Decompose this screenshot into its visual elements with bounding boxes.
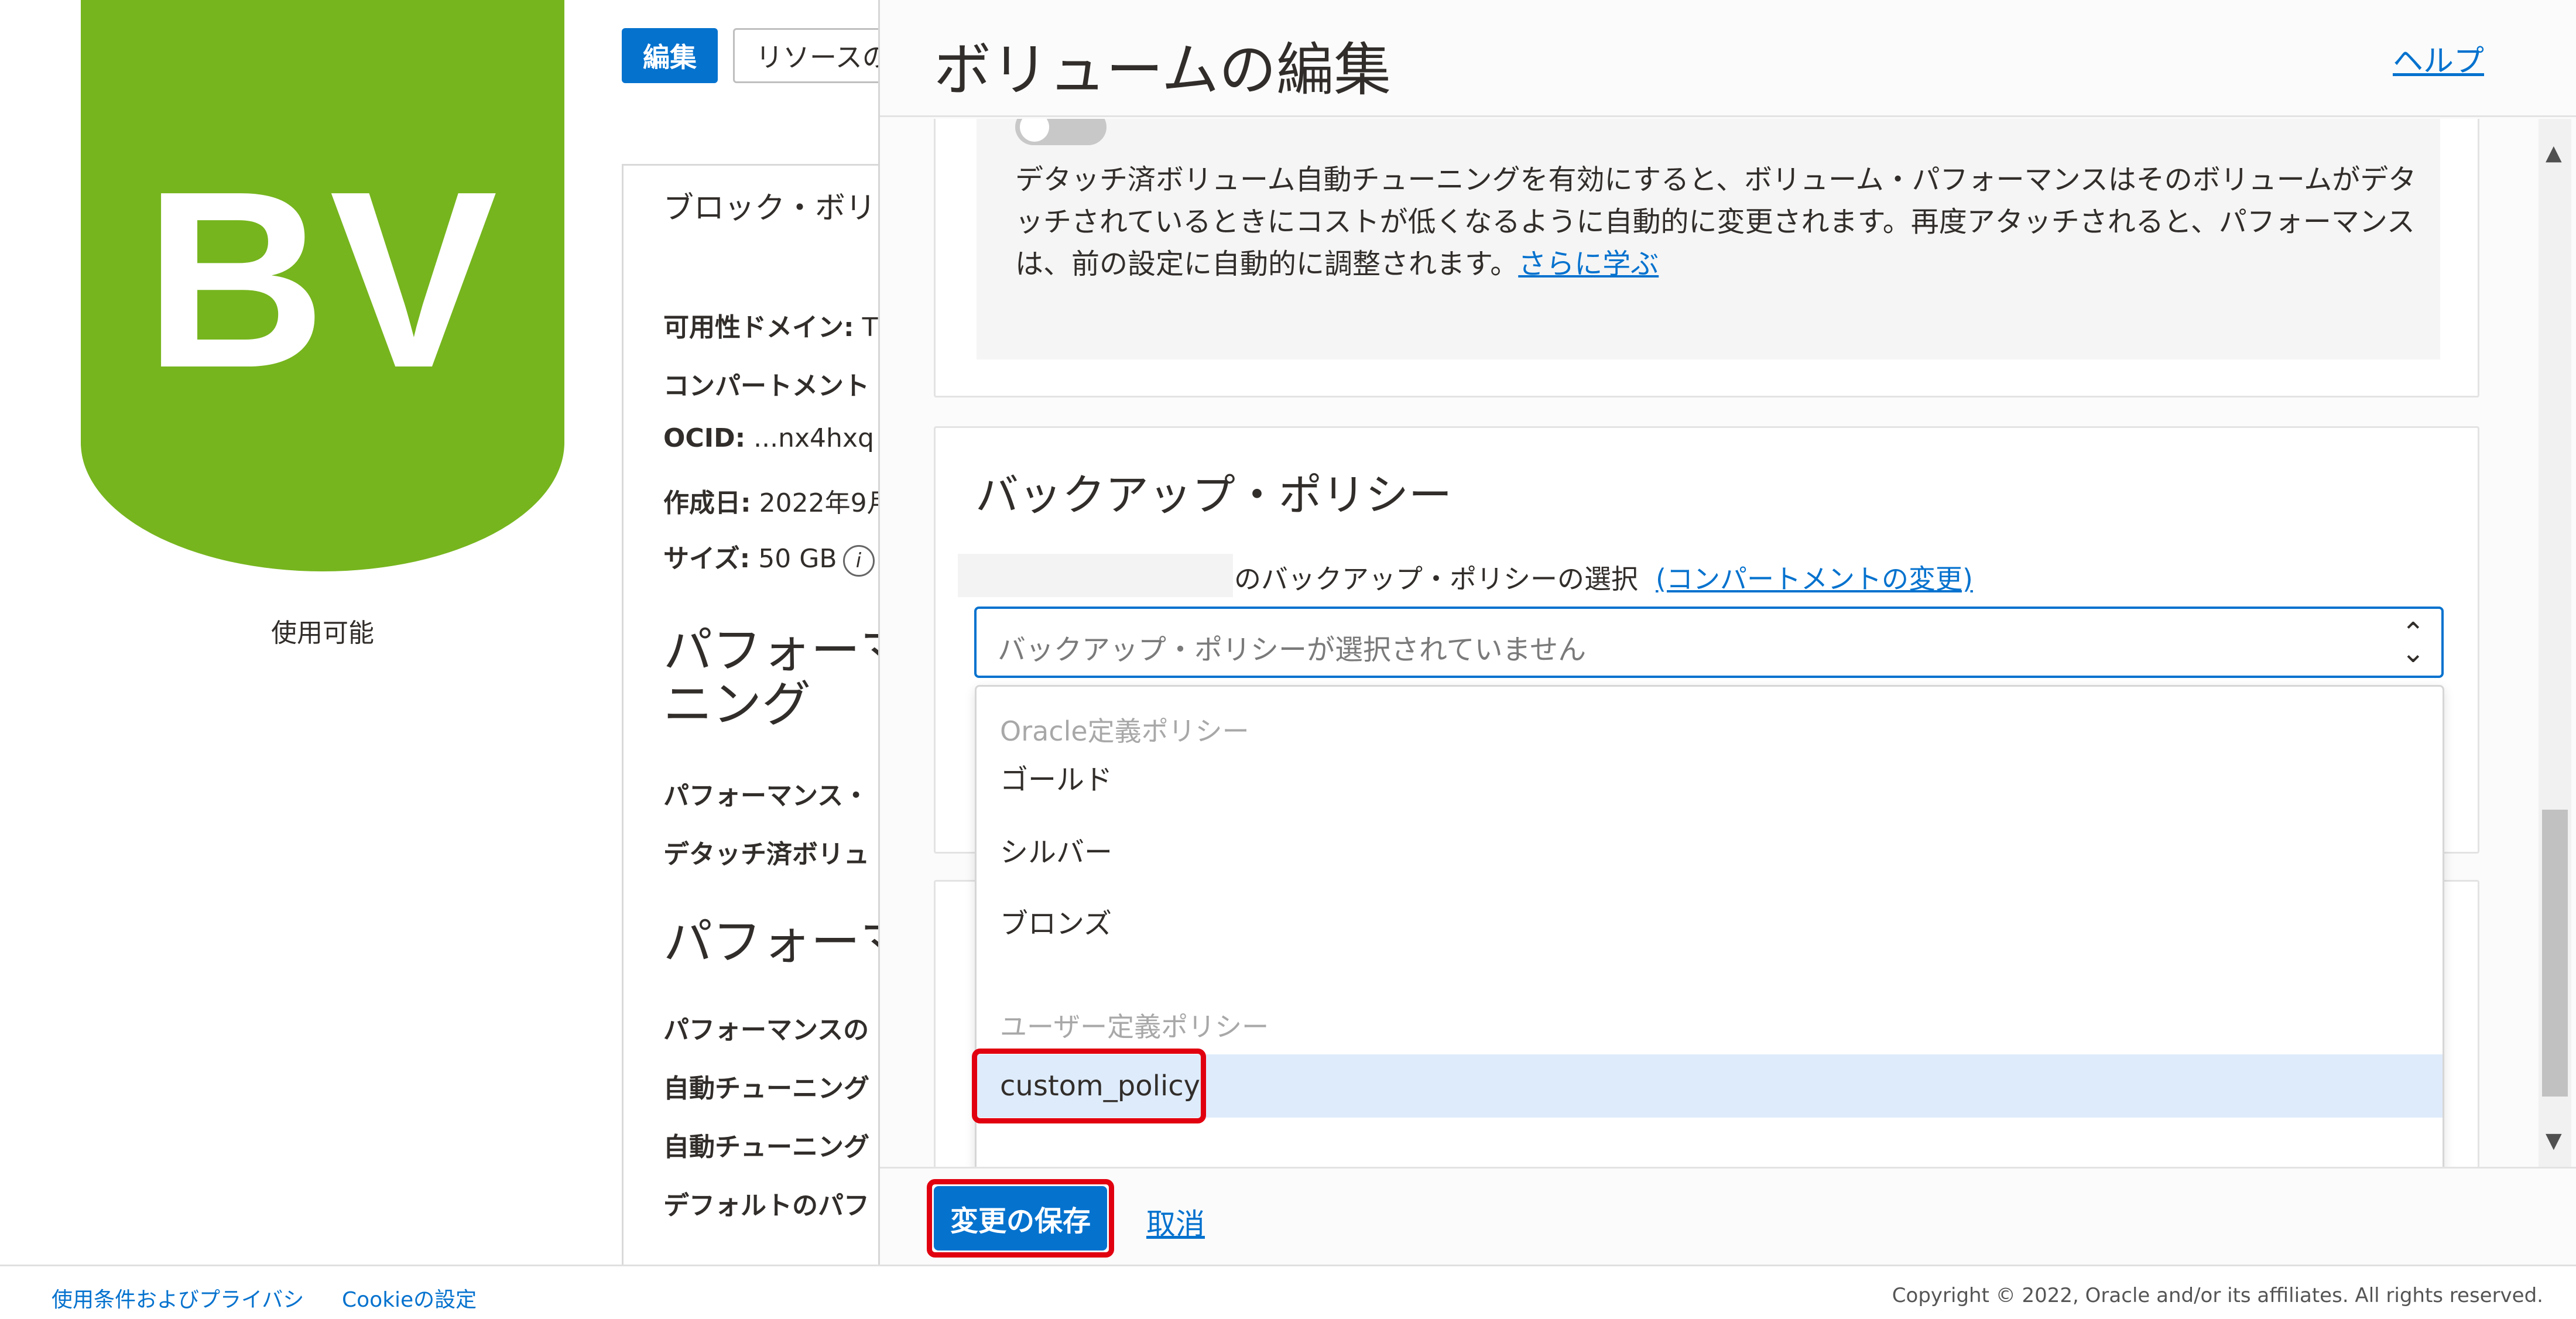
move-resource-button[interactable]: リソースの xyxy=(733,28,885,83)
info-icon[interactable]: i xyxy=(842,545,875,577)
info-row: パフォーマンスの xyxy=(663,1009,869,1046)
logo-text: BV xyxy=(144,139,501,420)
select-placeholder: バックアップ・ポリシーが選択されていません xyxy=(998,633,1587,666)
panel-body: デタッチ済ボリューム自動チューニングを有効にすると、ボリューム・パフォーマンスは… xyxy=(880,119,2576,1167)
backup-policy-title: バックアップ・ポリシー xyxy=(975,470,1452,520)
info-row: デタッチ済ボリュ xyxy=(663,833,869,871)
info-row: パフォーマンス・ xyxy=(663,775,869,812)
dropdown-group-oracle: Oracle定義ポリシー xyxy=(1000,715,1249,747)
page-footer: 使用条件およびプライバシ Cookieの設定 Copyright © 2022,… xyxy=(0,1265,2576,1319)
info-row: デフォルトのパフ xyxy=(663,1184,869,1222)
change-compartment-link[interactable]: (コンパートメントの変更) xyxy=(1656,563,1973,595)
select-updown-icon: ⌃ ⌄ xyxy=(2401,616,2425,669)
info-row: コンパートメント xyxy=(663,365,869,402)
info-label: 可用性ドメイン: xyxy=(663,313,854,342)
edit-volume-panel: ボリュームの編集 ヘルプ デタッチ済ボリューム自動チューニングを有効にすると、ボ… xyxy=(878,0,2576,1265)
info-row: 作成日: 2022年9月 xyxy=(663,482,893,519)
heading-line: ニング xyxy=(663,676,811,734)
dropdown-item-silver[interactable]: シルバー xyxy=(977,818,2443,881)
info-label: デタッチ済ボリュ xyxy=(663,840,869,869)
info-row: 自動チューニング xyxy=(663,1067,869,1105)
scroll-up-icon[interactable]: ▲ xyxy=(2546,141,2562,165)
info-row: サイズ: 50 GB i xyxy=(663,537,875,577)
custom-policy-highlight xyxy=(972,1049,1206,1123)
terms-privacy-link[interactable]: 使用条件およびプライバシ xyxy=(52,1283,304,1313)
info-label: パフォーマンス・ xyxy=(663,781,869,811)
dropdown-group-user: ユーザー定義ポリシー xyxy=(1000,1011,1269,1043)
backup-policy-dropdown: Oracle定義ポリシー ゴールド シルバー ブロンズ ユーザー定義ポリシー c… xyxy=(972,685,2444,1167)
backup-policy-select[interactable]: バックアップ・ポリシーが選択されていません ⌃ ⌄ xyxy=(974,607,2444,678)
auto-tuning-box: デタッチ済ボリューム自動チューニングを有効にすると、ボリューム・パフォーマンスは… xyxy=(977,119,2440,359)
info-row: OCID: ...nx4hxq xyxy=(663,423,874,453)
info-value: 2022年9月 xyxy=(751,488,893,518)
toggle-knob xyxy=(1020,119,1049,142)
edit-button[interactable]: 編集 xyxy=(622,28,718,83)
info-label: デフォルトのパフ xyxy=(663,1191,869,1221)
info-row: 可用性ドメイン: T xyxy=(663,306,878,344)
volume-info-card-title: ブロック・ボリ xyxy=(663,191,876,226)
info-label: 自動チューニング xyxy=(663,1074,869,1104)
select-label-text: のバックアップ・ポリシーの選択 xyxy=(1234,563,1638,595)
block-volume-logo: BV xyxy=(81,0,564,571)
auto-tuning-description: デタッチ済ボリューム自動チューニングを有効にすると、ボリューム・パフォーマンスは… xyxy=(1015,159,2420,285)
info-label: コンパートメント xyxy=(663,371,869,401)
info-value: ...nx4hxq xyxy=(745,423,874,453)
detached-auto-tuning-toggle[interactable] xyxy=(1015,119,1107,145)
info-value: T xyxy=(854,313,878,342)
save-button-highlight xyxy=(927,1179,1114,1258)
learn-more-link[interactable]: さらに学ぶ xyxy=(1518,248,1659,280)
backup-policy-label: のバックアップ・ポリシーの選択 (コンパートメントの変更) xyxy=(1234,558,1973,597)
info-value: 50 GB xyxy=(750,544,837,574)
panel-title: ボリュームの編集 xyxy=(934,37,1392,104)
info-label: 作成日: xyxy=(663,488,751,518)
performance-tuning-heading: パフォーマ ニング xyxy=(663,623,909,732)
info-label: 自動チューニング xyxy=(663,1132,869,1162)
dropdown-item-bronze[interactable]: ブロンズ xyxy=(977,889,2443,953)
panel-footer: 変更の保存 取消 xyxy=(880,1167,2576,1265)
heading-line: パフォーマ xyxy=(663,622,910,679)
volume-status: 使用可能 xyxy=(271,618,374,648)
help-link[interactable]: ヘルプ xyxy=(2393,36,2484,80)
info-row: 自動チューニング xyxy=(663,1126,869,1163)
info-label: パフォーマンスの xyxy=(663,1015,869,1045)
auto-tuning-text: デタッチ済ボリューム自動チューニングを有効にすると、ボリューム・パフォーマンスは… xyxy=(1015,163,2417,280)
cookie-settings-link[interactable]: Cookieの設定 xyxy=(342,1283,477,1313)
info-label: OCID: xyxy=(663,423,746,453)
panel-scrollbar[interactable]: ▲ ▼ xyxy=(2539,119,2571,1167)
scroll-thumb[interactable] xyxy=(2542,810,2568,1097)
info-label: サイズ: xyxy=(663,544,751,574)
compartment-name-redacted xyxy=(958,554,1233,597)
scroll-down-icon[interactable]: ▼ xyxy=(2546,1129,2562,1153)
performance-heading: パフォーマ xyxy=(663,913,910,971)
auto-tuning-card: デタッチ済ボリューム自動チューニングを有効にすると、ボリューム・パフォーマンスは… xyxy=(934,119,2479,398)
dropdown-item-gold[interactable]: ゴールド xyxy=(977,745,2443,808)
panel-header: ボリュームの編集 ヘルプ xyxy=(880,0,2576,117)
copyright-text: Copyright © 2022, Oracle and/or its affi… xyxy=(1892,1284,2543,1307)
cancel-link[interactable]: 取消 xyxy=(1146,1201,1205,1243)
